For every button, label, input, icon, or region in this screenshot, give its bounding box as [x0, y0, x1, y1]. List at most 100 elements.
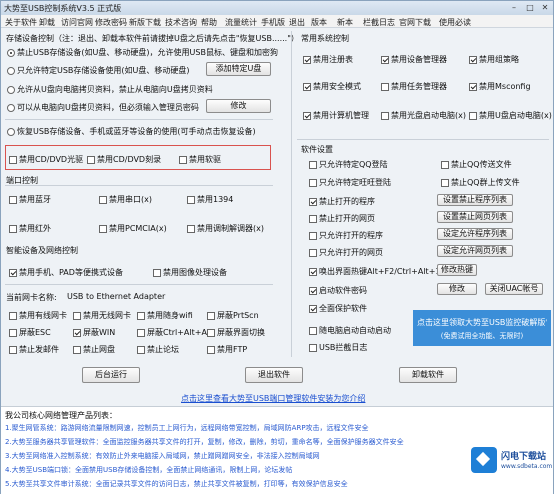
modify-hotkey-button[interactable]: 修改热键 — [437, 264, 477, 276]
storage-opt4[interactable]: 可以从电脑向U盘拷贝资料，但必须输入管理员密码 — [7, 102, 199, 113]
allow-prog[interactable]: 只允许打开的程序 — [309, 230, 383, 241]
background-run-button[interactable]: 后台运行 — [82, 367, 140, 383]
radio-icon — [7, 48, 15, 57]
disable-devmgr[interactable]: 禁用设备管理器 — [381, 54, 447, 65]
disable-wireless[interactable]: 禁用无线网卡 — [73, 310, 131, 321]
storage-opt3[interactable]: 允许从U盘向电脑拷贝资料，禁止从电脑向U盘拷贝资料 — [7, 84, 213, 95]
menu-item[interactable]: 访问官网 — [61, 17, 93, 28]
disable-phone[interactable]: 禁用手机、PAD等便携式设备 — [9, 267, 123, 278]
checkbox-icon — [153, 268, 161, 277]
minimize-icon[interactable]: – — [507, 2, 521, 13]
checkbox-icon — [9, 195, 17, 204]
menu-item[interactable]: 卸载 — [39, 17, 55, 28]
start-password[interactable]: 启动软件密码 — [309, 285, 367, 296]
product-item[interactable]: 3.大势至网络准入控制系统：有效防止外来电脑接入局域网，禁止蹭网蹭网安全，非法接… — [5, 451, 545, 461]
modify-start-password-button[interactable]: 修改 — [437, 283, 477, 295]
disable-1394[interactable]: 禁用1394 — [187, 194, 233, 205]
block-web-list-button[interactable]: 设置禁止网页列表 — [437, 211, 513, 223]
disable-taskmgr-label: 禁用任务管理器 — [391, 82, 447, 91]
disable-taskmgr[interactable]: 禁用任务管理器 — [381, 81, 447, 92]
smart-header: 智能设备及网络控制 — [6, 246, 78, 255]
maximize-icon[interactable]: □ — [523, 2, 537, 13]
block-esc[interactable]: 屏蔽ESC — [9, 327, 51, 338]
disable-wired[interactable]: 禁用有线网卡 — [9, 310, 67, 321]
storage-opt2[interactable]: 只允许特定USB存储设备使用(如U盘、移动硬盘) — [7, 65, 190, 76]
menu-item[interactable]: 流量统计 — [225, 17, 257, 28]
block-screen-switch[interactable]: 屏蔽界面切换 — [207, 327, 265, 338]
wangwang-login[interactable]: 只允许特定旺旺登陆 — [309, 177, 391, 188]
menu-item[interactable]: 版本 — [311, 17, 327, 28]
help-link[interactable]: 点击这里查看大势至USB端口管理软件安装为您介绍 — [181, 393, 365, 404]
disable-infrared[interactable]: 禁用红外 — [9, 223, 51, 234]
qq-login[interactable]: 只允许特定QQ登陆 — [309, 159, 388, 170]
checkbox-icon — [207, 328, 215, 337]
disable-ftp[interactable]: 禁用FTP — [207, 344, 247, 355]
block-prtscn[interactable]: 屏蔽PrtScn — [207, 310, 259, 321]
disable-modem[interactable]: 禁用调制解调器(x) — [187, 223, 264, 234]
storage-opt1[interactable]: 禁止USB存储设备(如U盘、移动硬盘)，允许使用USB鼠标、键盘和加密狗 — [7, 47, 278, 58]
disable-image[interactable]: 禁用图像处理设备 — [153, 267, 227, 278]
disable-serial[interactable]: 禁用串口(x) — [99, 194, 152, 205]
usb-log[interactable]: USB拦截日志 — [309, 342, 367, 353]
product-item[interactable]: 5.大势至共享文件审计系统：全面记录共享文件的访问日志，禁止共享文件被复制，打印… — [5, 479, 545, 489]
full-protect[interactable]: 全面保护软件 — [309, 303, 367, 314]
promo-text: 点击这里领取大势至USB监控破解版专为您介绍 — [417, 318, 547, 327]
block-email[interactable]: 禁止发邮件 — [9, 344, 59, 355]
add-usb-button[interactable]: 添加特定U盘 — [206, 62, 271, 76]
hotkey[interactable]: 唤出界面热键Alt+F2/Ctrl+Alt+1 — [309, 266, 440, 277]
product-item[interactable]: 1.聚生网管系统：路游网络流量限制网速，控制员工上网行为，远程网络带宽控制，局域… — [5, 423, 545, 433]
block-prog-list-button[interactable]: 设置禁止程序列表 — [437, 194, 513, 206]
exit-button[interactable]: 退出软件 — [245, 367, 303, 383]
disable-usbboot[interactable]: 禁用U盘启动电脑(x) — [469, 110, 552, 121]
disable-compmgmt[interactable]: 禁用计算机管理 — [303, 110, 369, 121]
checkbox-icon — [9, 328, 17, 337]
block-netdisk[interactable]: 禁止网盘 — [73, 344, 115, 355]
divider — [291, 31, 292, 357]
promo-banner[interactable]: 点击这里领取大势至USB监控破解版专为您介绍 (免费试用全功能、无限时) — [413, 310, 551, 346]
disable-registry[interactable]: 禁用注册表 — [303, 54, 353, 65]
qq-file[interactable]: 禁止QQ传送文件 — [441, 159, 512, 170]
menu-item[interactable]: 新版下载 — [129, 17, 161, 28]
allow-web-list-button[interactable]: 设定允许网页列表 — [437, 245, 513, 257]
disable-bluetooth[interactable]: 禁用蓝牙 — [9, 194, 51, 205]
disable-pcmcia[interactable]: 禁用PCMCIA(x) — [99, 223, 167, 234]
block-web[interactable]: 禁止打开的网页 — [309, 213, 375, 224]
autostart[interactable]: 随电脑启动自动启动 — [309, 325, 391, 336]
block-prog[interactable]: 禁止打开的程序 — [309, 196, 375, 207]
menu-item[interactable]: 帮助 — [201, 17, 217, 28]
allow-web[interactable]: 只允许打开的网页 — [309, 247, 383, 258]
disable-floppy[interactable]: 禁用软驱 — [179, 154, 221, 165]
block-ctrl-alt-a[interactable]: 屏蔽Ctrl+Alt+A — [137, 327, 207, 338]
menu-item[interactable]: 关于软件 — [5, 17, 37, 28]
close-icon[interactable]: ✕ — [538, 2, 552, 13]
menu-item[interactable]: 官网下载 — [399, 17, 431, 28]
disable-cd[interactable]: 禁用CD/DVD光驱 — [9, 154, 83, 165]
product-item[interactable]: 4.大势至USB端口锁：全面禁用USB存储设备控制，全面禁止网络通讯，限制上网，… — [5, 465, 545, 475]
menu-item[interactable]: 退出 — [289, 17, 305, 28]
disable-safemode[interactable]: 禁用安全模式 — [303, 81, 361, 92]
menu-item[interactable]: 新本 — [337, 17, 353, 28]
disable-registry-label: 禁用注册表 — [313, 55, 353, 64]
radio-icon — [7, 103, 15, 112]
checkbox-icon — [309, 160, 317, 169]
qq-group[interactable]: 禁止QQ群上传文件 — [441, 177, 520, 188]
modify-password-button[interactable]: 修改 — [206, 99, 271, 113]
disable-gpedit[interactable]: 禁用组策略 — [469, 54, 519, 65]
uninstall-button[interactable]: 卸载软件 — [399, 367, 457, 383]
menu-item[interactable]: 修改密码 — [95, 17, 127, 28]
menu-item[interactable]: 使用必读 — [439, 17, 471, 28]
allow-prog-list-button[interactable]: 设定允许程序列表 — [437, 228, 513, 240]
disable-cd-burn[interactable]: 禁用CD/DVD刻录 — [87, 154, 161, 165]
disable-cdboot[interactable]: 禁用光盘启动电脑(x) — [381, 110, 466, 121]
disable-portable-wifi[interactable]: 禁用随身wifi — [137, 310, 193, 321]
close-uac-button[interactable]: 关闭UAC帐号 — [485, 283, 543, 295]
product-item[interactable]: 2.大势至服务器共享管理软件：全面监控服务器共享文件的打开，复制，修改，删除，剪… — [5, 437, 545, 447]
storage-header: 存储设备控制（注：退出、卸载本软件前请拔掉U盘之后请先点击"恢复USB.....… — [6, 34, 299, 43]
block-forum[interactable]: 禁止论坛 — [137, 344, 179, 355]
menu-item[interactable]: 手机版 — [261, 17, 285, 28]
menu-item[interactable]: 栏截日志 — [363, 17, 395, 28]
disable-msconfig[interactable]: 禁用Msconfig — [469, 81, 531, 92]
block-win[interactable]: 屏蔽WIN — [73, 327, 115, 338]
restore-usb[interactable]: 恢复USB存储设备、手机或蓝牙等设备的使用(可手动点击恢复设备) — [7, 126, 256, 137]
menu-item[interactable]: 技术咨询 — [165, 17, 197, 28]
